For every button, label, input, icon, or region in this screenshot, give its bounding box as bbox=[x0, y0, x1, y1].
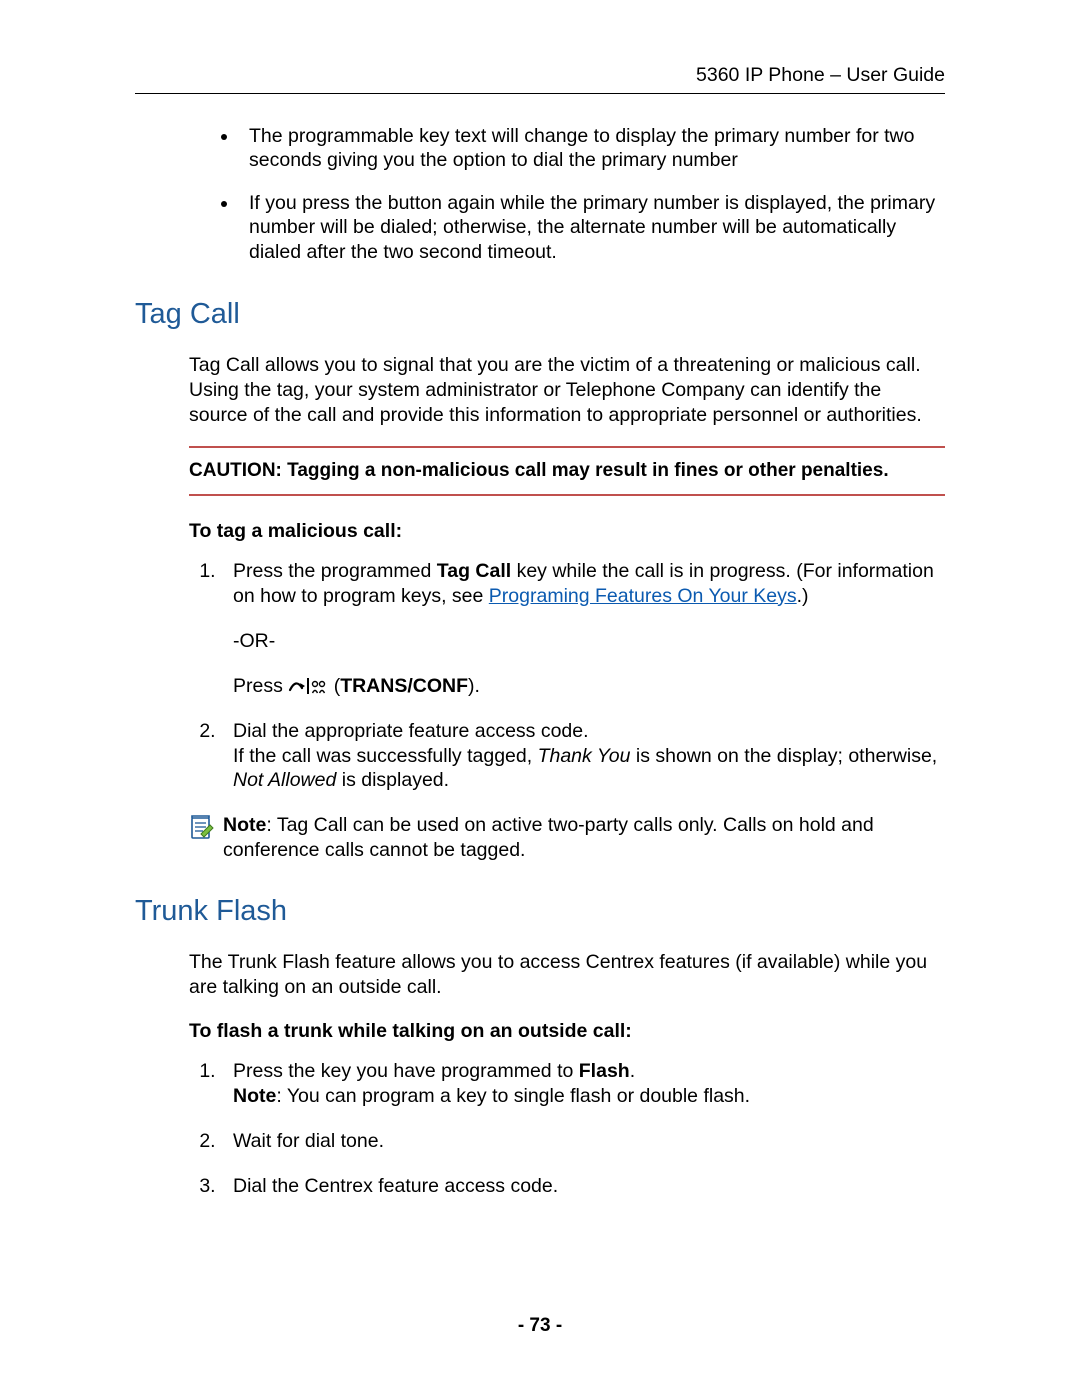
text: Press the programmed bbox=[233, 560, 437, 582]
trunk-flash-steps: Press the key you have programmed to Fla… bbox=[189, 1059, 945, 1199]
text: If the call was successfully tagged, bbox=[233, 745, 538, 767]
text: is displayed. bbox=[336, 769, 449, 791]
step-item: Press the programmed Tag Call key while … bbox=[221, 559, 945, 699]
text: : Tag Call can be used on active two-par… bbox=[223, 814, 874, 861]
page: 5360 IP Phone – User Guide The programma… bbox=[0, 0, 1080, 1397]
header-bar: 5360 IP Phone – User Guide bbox=[135, 64, 945, 94]
text: Press the key you have programmed to bbox=[233, 1060, 579, 1082]
note-icon bbox=[189, 815, 215, 841]
header-title: 5360 IP Phone – User Guide bbox=[696, 64, 945, 86]
caution-box: CAUTION: Tagging a non-malicious call ma… bbox=[189, 446, 945, 496]
note-text: Note: Tag Call can be used on active two… bbox=[223, 813, 945, 863]
section-heading-trunk-flash: Trunk Flash bbox=[135, 895, 945, 928]
text: .) bbox=[797, 585, 809, 607]
note-label: Note bbox=[223, 814, 266, 836]
italic-text: Thank You bbox=[538, 745, 631, 767]
tag-call-block: Tag Call allows you to signal that you a… bbox=[189, 353, 945, 863]
text: Press bbox=[233, 675, 288, 697]
bold-text: Tag Call bbox=[437, 560, 511, 582]
tag-call-intro: Tag Call allows you to signal that you a… bbox=[189, 353, 945, 428]
note-block: Note: Tag Call can be used on active two… bbox=[189, 813, 945, 863]
intro-bullet-list: The programmable key text will change to… bbox=[189, 124, 945, 264]
note-label: Note bbox=[233, 1085, 276, 1107]
text: . bbox=[630, 1060, 635, 1082]
step-item: Wait for dial tone. bbox=[221, 1129, 945, 1154]
trunk-flash-block: The Trunk Flash feature allows you to ac… bbox=[189, 950, 945, 1199]
intro-block: The programmable key text will change to… bbox=[189, 124, 945, 264]
bullet-item: If you press the button again while the … bbox=[239, 191, 945, 264]
link-programming-features[interactable]: Programing Features On Your Keys bbox=[489, 585, 797, 607]
bold-text: Flash bbox=[579, 1060, 630, 1082]
step-item: Dial the appropriate feature access code… bbox=[221, 719, 945, 794]
trunk-flash-intro: The Trunk Flash feature allows you to ac… bbox=[189, 950, 945, 1000]
text: is shown on the display; otherwise, bbox=[630, 745, 937, 767]
page-number: - 73 - bbox=[518, 1315, 562, 1336]
tag-call-subhead: To tag a malicious call: bbox=[189, 520, 945, 543]
step-item: Press the key you have programmed to Fla… bbox=[221, 1059, 945, 1109]
italic-text: Not Allowed bbox=[233, 769, 336, 791]
text: ). bbox=[468, 675, 480, 697]
text: Dial the appropriate feature access code… bbox=[233, 720, 589, 742]
press-line: Press bbox=[233, 674, 945, 699]
step-item: Dial the Centrex feature access code. bbox=[221, 1174, 945, 1199]
caution-text: CAUTION: Tagging a non-malicious call ma… bbox=[189, 460, 945, 482]
trans-conf-icon bbox=[288, 676, 328, 696]
trunk-flash-subhead: To flash a trunk while talking on an out… bbox=[189, 1020, 945, 1043]
tag-call-steps: Press the programmed Tag Call key while … bbox=[189, 559, 945, 794]
text: : You can program a key to single flash … bbox=[276, 1085, 750, 1107]
or-line: -OR- bbox=[233, 629, 945, 654]
bullet-item: The programmable key text will change to… bbox=[239, 124, 945, 173]
bold-text: TRANS/CONF bbox=[340, 675, 468, 697]
page-footer: - 73 - bbox=[0, 1315, 1080, 1337]
section-heading-tag-call: Tag Call bbox=[135, 298, 945, 331]
